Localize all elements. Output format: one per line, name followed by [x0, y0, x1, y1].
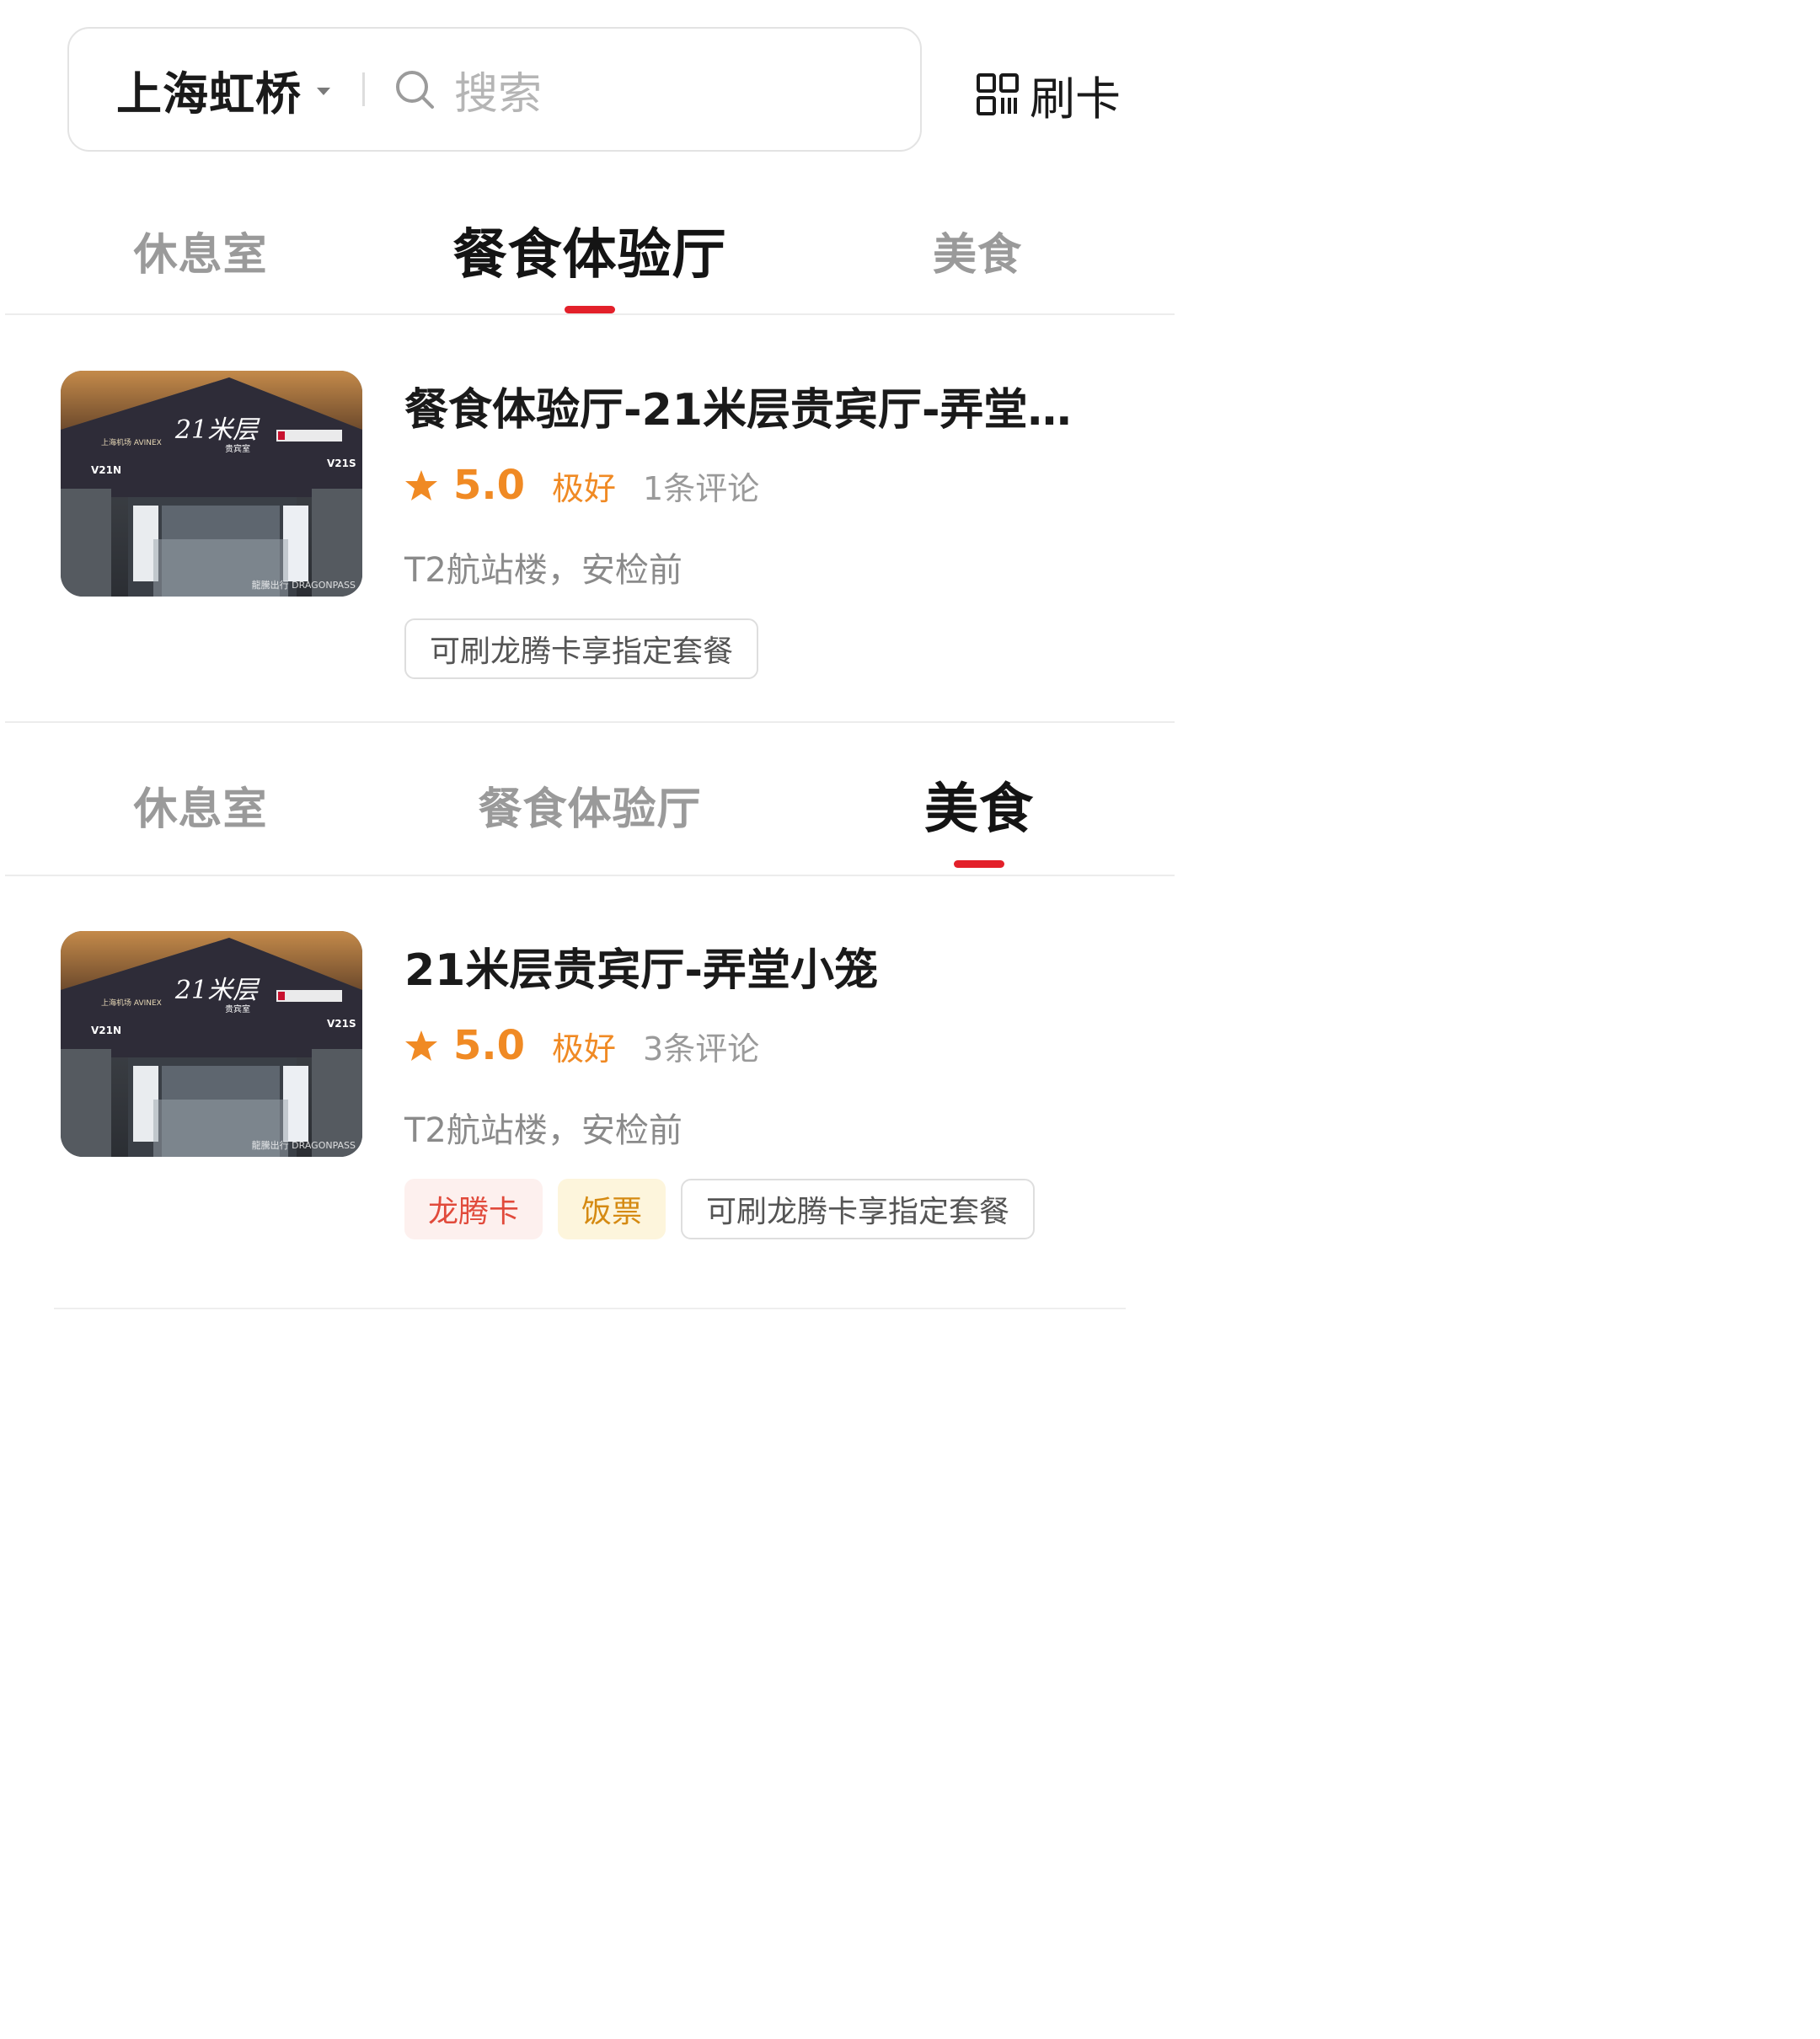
- category-tabs-2: 休息室 餐食体验厅 美食: [0, 741, 1180, 868]
- venue-card[interactable]: 21米层 贵宾室 上海机场 AVINEX V21N V21S 龍騰出行 DRAG…: [0, 371, 1180, 708]
- active-tab-indicator-2: [954, 860, 1004, 868]
- photo-watermark: 龍騰出行 DRAGONPASS: [252, 1139, 356, 1151]
- city-selector[interactable]: 上海虹桥: [116, 56, 330, 123]
- rating-row-2: 5.0 极好 3条评论: [404, 1020, 759, 1071]
- photo-right-gate: V21S: [327, 1018, 356, 1030]
- tag-dragon-card: 龙腾卡: [404, 1179, 543, 1239]
- caret-down-icon: [317, 87, 330, 95]
- tab-dining-hall[interactable]: 餐食体验厅: [421, 187, 758, 313]
- photo-sign-sub: 贵宾室: [225, 1003, 250, 1014]
- search-bar[interactable]: 上海虹桥 搜索: [67, 27, 922, 152]
- photo-right-gate: V21S: [327, 458, 356, 469]
- photo-watermark: 龍騰出行 DRAGONPASS: [252, 579, 356, 591]
- lounge-list-screen: 上海虹桥 搜索 刷卡 休息室 餐食体验厅 美食 21米层 贵宾室 上海机场 AV…: [0, 0, 1180, 1321]
- city-name: 上海虹桥: [116, 67, 302, 120]
- review-count-2[interactable]: 3条评论: [643, 1023, 759, 1069]
- photo-left-gate: V21N: [91, 464, 121, 476]
- search-input[interactable]: 搜索: [454, 58, 542, 121]
- tag-package: 可刷龙腾卡享指定套餐: [404, 618, 759, 679]
- rating-score-2: 5.0: [453, 1022, 526, 1069]
- active-tab-indicator: [565, 306, 615, 313]
- tabs-divider-2: [5, 875, 1175, 876]
- star-icon: [405, 1030, 437, 1061]
- venue-photo-2: 21米层 贵宾室 上海机场 AVINEX V21N V21S 龍騰出行 DRAG…: [61, 931, 362, 1157]
- category-tabs: 休息室 餐食体验厅 美食: [0, 187, 1180, 313]
- tab-food-2[interactable]: 美食: [895, 741, 1063, 868]
- search-icon: [396, 71, 434, 109]
- venue-card-2[interactable]: 21米层 贵宾室 上海机场 AVINEX V21N V21S 龍騰出行 DRAG…: [0, 931, 1180, 1268]
- tab-dining-hall-2[interactable]: 餐食体验厅: [455, 741, 725, 868]
- review-count[interactable]: 1条评论: [643, 463, 759, 509]
- tab-food[interactable]: 美食: [893, 187, 1062, 313]
- qr-code-icon: [977, 73, 1019, 115]
- tabs-divider: [5, 313, 1175, 315]
- swipe-card-label: 刷卡: [1030, 72, 1121, 126]
- search-divider: [362, 72, 365, 106]
- rating-label-2: 极好: [552, 1030, 617, 1068]
- photo-left-logo: 上海机场 AVINEX: [101, 437, 162, 447]
- swipe-card-button[interactable]: 刷卡: [976, 71, 1121, 126]
- venue-title: 餐食体验厅-21米层贵宾厅-弄堂小笼: [404, 385, 1095, 436]
- rating-row: 5.0 极好 1条评论: [404, 460, 759, 511]
- photo-sign-main: 21米层: [174, 415, 260, 445]
- tab-label: 美食: [924, 779, 1034, 841]
- tag-list: 可刷龙腾卡享指定套餐: [404, 618, 774, 679]
- tag-meal-ticket: 饭票: [558, 1179, 666, 1239]
- bottom-divider: [54, 1308, 1126, 1309]
- venue-title-2: 21米层贵宾厅-弄堂小笼: [404, 945, 878, 996]
- tab-lounge[interactable]: 休息室: [99, 187, 302, 313]
- photo-sign-sub: 贵宾室: [225, 443, 250, 454]
- photo-left-logo: 上海机场 AVINEX: [101, 998, 162, 1008]
- star-icon: [405, 470, 437, 500]
- tab-label: 餐食体验厅: [452, 224, 727, 286]
- rating-label: 极好: [552, 469, 617, 507]
- venue-location: T2航站楼，安检前: [404, 551, 682, 590]
- venue-photo: 21米层 贵宾室 上海机场 AVINEX V21N V21S 龍騰出行 DRAG…: [61, 371, 362, 597]
- photo-left-gate: V21N: [91, 1025, 121, 1036]
- section-divider: [5, 721, 1175, 723]
- tab-lounge-2[interactable]: 休息室: [99, 741, 302, 868]
- venue-location-2: T2航站楼，安检前: [404, 1111, 682, 1150]
- tag-list-2: 龙腾卡 饭票 可刷龙腾卡享指定套餐: [404, 1179, 1050, 1239]
- rating-score: 5.0: [453, 462, 526, 509]
- tag-package-2: 可刷龙腾卡享指定套餐: [681, 1179, 1036, 1239]
- photo-sign-main: 21米层: [174, 976, 260, 1005]
